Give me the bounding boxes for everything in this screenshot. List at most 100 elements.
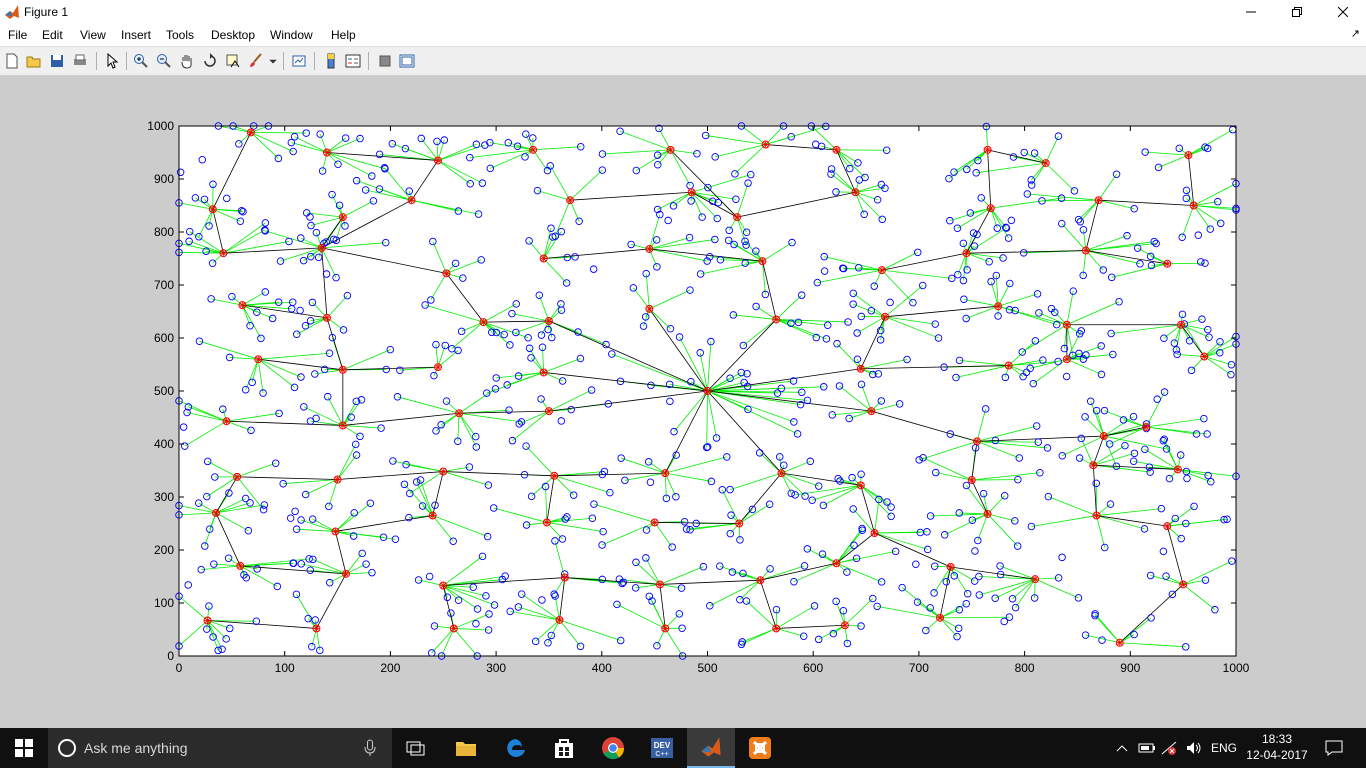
- cluster-head-star: [968, 477, 975, 484]
- insert-colorbar-icon[interactable]: [322, 52, 340, 70]
- taskbar-clock[interactable]: 18:33 12-04-2017: [1244, 731, 1310, 763]
- figure-canvas[interactable]: 0 100 200 300 400 500 600 700 800 900 1000 0 100 200 3…: [0, 76, 1366, 728]
- chrome-icon[interactable]: [589, 728, 637, 768]
- minimize-button[interactable]: [1228, 0, 1274, 24]
- cluster-head-star: [1164, 260, 1171, 267]
- cluster-head-star: [1164, 523, 1171, 530]
- minimize-icon: [1246, 11, 1256, 13]
- microphone-icon[interactable]: [364, 739, 376, 757]
- input-language-indicator[interactable]: ENG: [1208, 728, 1240, 768]
- cluster-head-star: [234, 473, 241, 480]
- edge-icon[interactable]: [492, 728, 540, 768]
- cluster-head-star: [878, 267, 885, 274]
- brush-dropdown-chevron-down-icon[interactable]: [268, 52, 278, 70]
- windows-logo-icon: [15, 739, 33, 757]
- task-view-icon: [406, 741, 425, 756]
- show-plot-tools-icon[interactable]: [398, 52, 416, 70]
- xampp-icon[interactable]: [736, 728, 784, 768]
- menu-tools[interactable]: Tools: [166, 28, 194, 42]
- cluster-head-star: [984, 146, 991, 153]
- cluster-head-star: [332, 528, 339, 535]
- menu-file[interactable]: File: [8, 28, 27, 42]
- rotate-3d-icon[interactable]: [201, 52, 219, 70]
- cluster-head-star: [237, 562, 244, 569]
- dock-figure-icon[interactable]: ↗: [1351, 27, 1360, 40]
- cluster-head-star: [567, 197, 574, 204]
- cluster-head-star: [339, 214, 346, 221]
- cluster-head-star: [545, 318, 552, 325]
- svg-text:DEV: DEV: [654, 741, 671, 750]
- action-center-icon[interactable]: [1318, 728, 1350, 768]
- dev-cpp-icon[interactable]: DEV C++: [638, 728, 686, 768]
- cluster-head-star: [1100, 433, 1107, 440]
- new-figure-icon[interactable]: [3, 52, 21, 70]
- brush-icon[interactable]: [247, 52, 265, 70]
- toolbar-separator: [96, 52, 97, 70]
- cluster-head-star: [543, 519, 550, 526]
- hide-plot-tools-icon[interactable]: [376, 52, 394, 70]
- save-figure-icon[interactable]: [48, 52, 66, 70]
- pan-icon[interactable]: [178, 52, 196, 70]
- menu-view[interactable]: View: [80, 28, 106, 42]
- cluster-head-star: [857, 365, 864, 372]
- window-title: Figure 1: [24, 5, 69, 19]
- menu-insert[interactable]: Insert: [121, 28, 151, 42]
- zoom-out-icon[interactable]: [155, 52, 173, 70]
- x-tick-label: 900: [1120, 661, 1140, 675]
- x-tick-label: 1000: [1223, 661, 1250, 675]
- menu-bar: File Edit View Insert Tools Desktop Wind…: [0, 24, 1366, 47]
- cluster-head-star: [773, 316, 780, 323]
- cluster-head-star: [759, 258, 766, 265]
- data-cursor-icon[interactable]: [224, 52, 242, 70]
- edit-plot-icon[interactable]: [103, 52, 121, 70]
- print-figure-icon[interactable]: [71, 52, 89, 70]
- cluster-head-star: [1174, 466, 1181, 473]
- windows-taskbar: Ask me anything DEV C++ ENG 18:33 12-04-2…: [0, 728, 1366, 768]
- open-file-icon[interactable]: [25, 52, 43, 70]
- restore-button[interactable]: [1274, 0, 1320, 24]
- svg-text:C++: C++: [655, 751, 668, 758]
- matlab-icon[interactable]: [687, 728, 735, 768]
- y-tick-label: 800: [154, 225, 174, 239]
- x-tick-label: 700: [909, 661, 929, 675]
- show-hidden-icons-chevron-up-icon[interactable]: [1112, 728, 1132, 768]
- cluster-head-star: [757, 577, 764, 584]
- cortana-search-box[interactable]: Ask me anything: [48, 728, 392, 768]
- cluster-head-star: [540, 255, 547, 262]
- cluster-head-star: [556, 616, 563, 623]
- cluster-head-star: [551, 472, 558, 479]
- cluster-head-star: [778, 470, 785, 477]
- insert-legend-icon[interactable]: [344, 52, 362, 70]
- scatter-plot[interactable]: 0 100 200 300 400 500 600 700 800 900 1000 0 100 200 3…: [0, 76, 1366, 728]
- network-disconnected-icon[interactable]: [1158, 728, 1180, 768]
- start-button[interactable]: [0, 728, 48, 768]
- cluster-head-star: [736, 520, 743, 527]
- cluster-head-star: [450, 625, 457, 632]
- y-tick-label: 900: [154, 172, 174, 186]
- cluster-head-star: [833, 146, 840, 153]
- matlab-logo-icon: [4, 4, 20, 20]
- volume-icon[interactable]: [1182, 728, 1206, 768]
- cluster-head-star: [833, 560, 840, 567]
- cluster-head-star: [408, 197, 415, 204]
- cluster-head-star: [530, 146, 537, 153]
- menu-window[interactable]: Window: [270, 28, 313, 42]
- x-tick-label: 800: [1015, 661, 1035, 675]
- cluster-head-star: [1063, 356, 1070, 363]
- menu-edit[interactable]: Edit: [42, 28, 63, 42]
- store-icon[interactable]: [540, 728, 588, 768]
- power-battery-icon[interactable]: [1136, 728, 1158, 768]
- task-view-button[interactable]: [392, 728, 440, 768]
- y-tick-label: 500: [154, 384, 174, 398]
- menu-help[interactable]: Help: [331, 28, 356, 42]
- cluster-head-star: [662, 470, 669, 477]
- close-button[interactable]: [1320, 0, 1366, 24]
- file-explorer-icon[interactable]: [442, 728, 490, 768]
- zoom-in-icon[interactable]: [132, 52, 150, 70]
- x-tick-label: 600: [803, 661, 823, 675]
- link-plot-icon[interactable]: [290, 52, 308, 70]
- cluster-head-star: [561, 574, 568, 581]
- menu-desktop[interactable]: Desktop: [211, 28, 255, 42]
- toolbar-separator: [314, 52, 315, 70]
- cluster-head-star: [667, 146, 674, 153]
